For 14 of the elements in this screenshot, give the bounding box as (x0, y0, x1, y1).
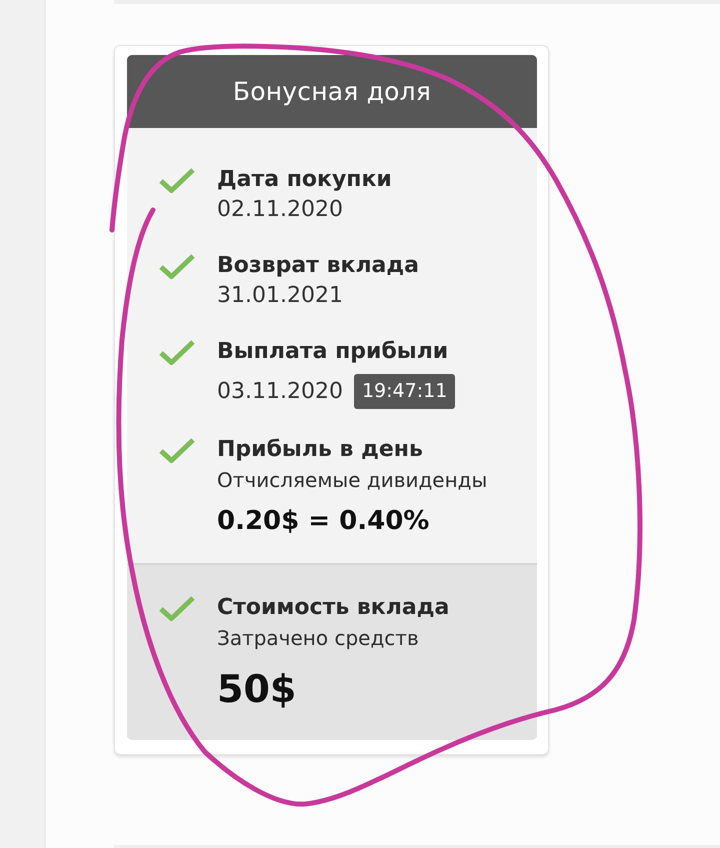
total-amount-text: 50$ (217, 666, 296, 713)
item-title: Стоимость вклада (217, 594, 450, 622)
item-title: Прибыль в день (217, 436, 423, 464)
item-subtitle: Затрачено средств (217, 625, 419, 652)
item-title: Дата покупки (217, 166, 392, 194)
date-text: 03.11.2020 (217, 378, 343, 406)
item-title: Выплата прибыли (217, 338, 448, 366)
date-text: 31.01.2021 (217, 282, 343, 310)
item-subtitle: Отчисляемые дивиденды (217, 467, 488, 494)
amount-text: 0.20$ = 0.40% (217, 505, 430, 538)
item-title: Возврат вклада (217, 252, 420, 280)
date-text: 02.11.2020 (217, 196, 343, 224)
card-header: Бонусная доля (127, 55, 537, 128)
time-badge: 19:47:11 (354, 374, 456, 409)
